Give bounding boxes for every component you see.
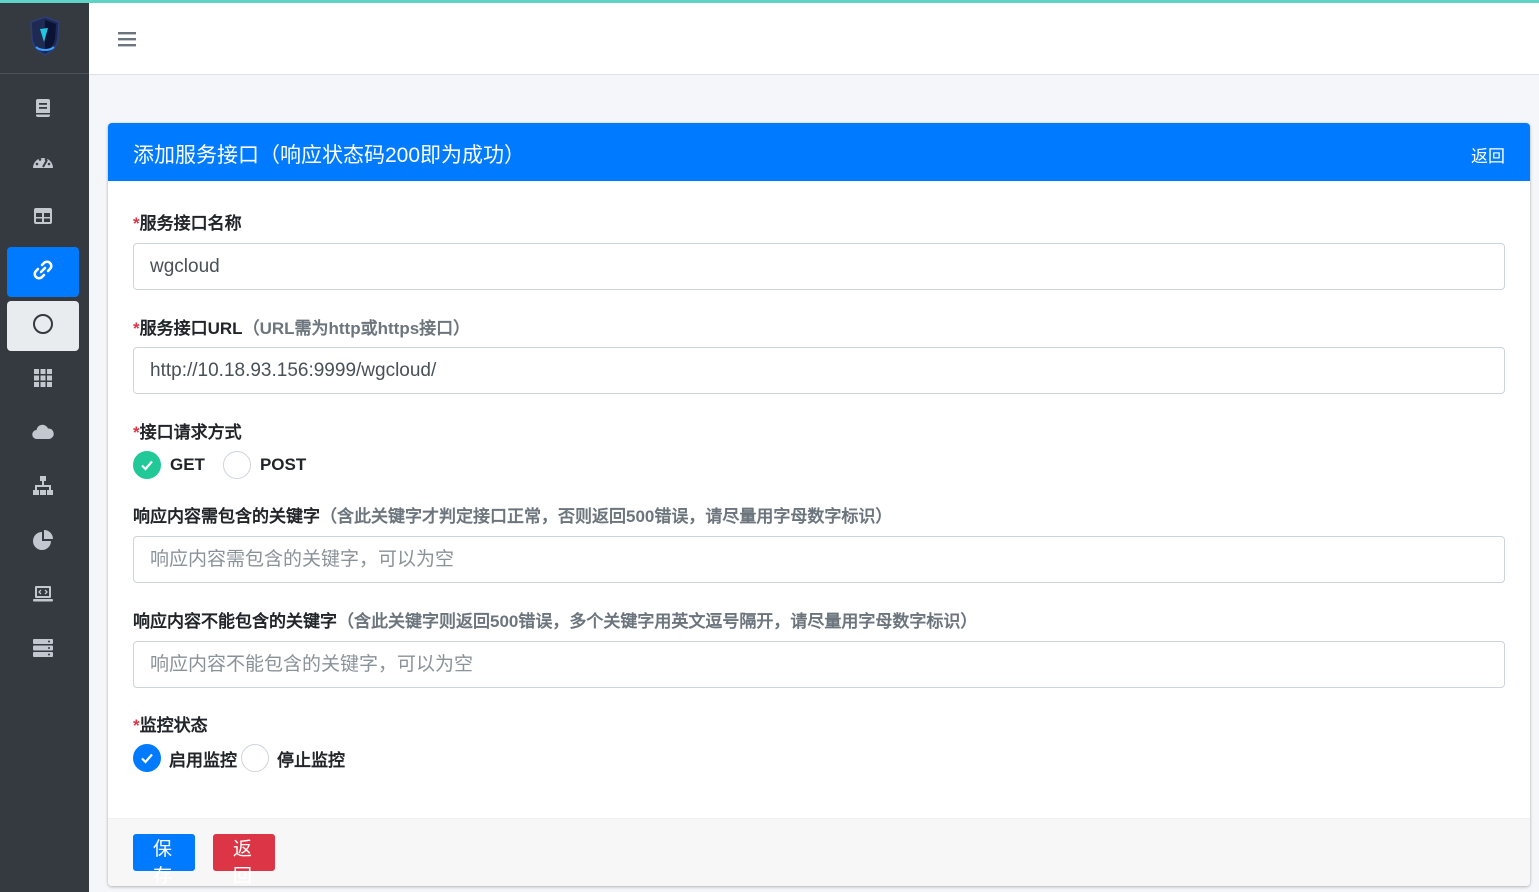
sidebar-item-book[interactable] xyxy=(7,85,79,135)
brand[interactable] xyxy=(0,3,89,74)
sidebar xyxy=(0,3,89,892)
circle-icon xyxy=(31,312,55,341)
top-accent-line xyxy=(0,0,1539,3)
pie-chart-icon xyxy=(31,528,55,557)
service-url-label: *服务接口URL（URL需为http或https接口） xyxy=(133,319,471,338)
cloud-icon xyxy=(31,420,55,449)
exclude-keyword-label: 响应内容不能包含的关键字（含此关键字则返回500错误，多个关键字用英文逗号隔开，… xyxy=(133,612,978,631)
radio-get[interactable] xyxy=(133,451,161,479)
network-icon xyxy=(31,474,55,503)
radio-monitor-off[interactable] xyxy=(241,744,269,772)
hamburger-icon[interactable] xyxy=(117,29,137,49)
request-method-group: GET POST xyxy=(133,451,306,479)
radio-monitor-on[interactable] xyxy=(133,744,161,772)
sidebar-item-cloud[interactable] xyxy=(7,409,79,459)
service-url-input[interactable] xyxy=(133,347,1505,394)
monitor-status-label: *监控状态 xyxy=(133,716,208,735)
include-keyword-label: 响应内容需包含的关键字（含此关键字才判定接口正常，否则返回500错误，请尽量用字… xyxy=(133,507,893,526)
monitor-status-group: 启用监控 停止监控 xyxy=(133,744,345,772)
sidebar-item-network[interactable] xyxy=(7,463,79,513)
request-method-label: *接口请求方式 xyxy=(133,423,242,442)
include-keyword-input[interactable] xyxy=(133,536,1505,583)
sidebar-item-table[interactable] xyxy=(7,193,79,243)
sidebar-item-chart[interactable] xyxy=(7,517,79,567)
card-title: 添加服务接口（响应状态码200即为成功） xyxy=(133,144,526,167)
sidebar-item-circle[interactable] xyxy=(7,301,79,351)
server-icon xyxy=(31,636,55,665)
sidebar-item-dashboard[interactable] xyxy=(7,139,79,189)
shield-logo-icon xyxy=(28,15,62,62)
header-back-link[interactable]: 返回 xyxy=(1471,142,1505,167)
sidebar-item-server[interactable] xyxy=(7,625,79,675)
book-icon xyxy=(31,96,55,125)
radio-get-label[interactable]: GET xyxy=(170,455,205,475)
laptop-code-icon xyxy=(31,582,55,611)
add-service-card: 添加服务接口（响应状态码200即为成功） 返回 *服务接口名称 *服务接口URL… xyxy=(108,123,1530,886)
dashboard-gauge-icon xyxy=(31,150,55,179)
radio-monitor-off-label[interactable]: 停止监控 xyxy=(277,746,345,771)
card-footer: 保存 返回 xyxy=(108,818,1530,886)
check-icon xyxy=(141,460,153,471)
check-icon xyxy=(141,753,153,764)
link-icon xyxy=(31,258,55,287)
sidebar-item-link[interactable] xyxy=(7,247,79,297)
radio-monitor-on-label[interactable]: 启用监控 xyxy=(169,746,237,771)
exclude-keyword-input[interactable] xyxy=(133,641,1505,688)
service-name-label: *服务接口名称 xyxy=(133,214,242,233)
save-button[interactable]: 保存 xyxy=(133,834,195,886)
back-button[interactable]: 返回 xyxy=(213,834,275,886)
card-header: 添加服务接口（响应状态码200即为成功） 返回 xyxy=(108,123,1530,181)
table-icon xyxy=(31,204,55,233)
sidebar-item-laptop[interactable] xyxy=(7,571,79,621)
sidebar-item-grid[interactable] xyxy=(7,355,79,405)
service-name-input[interactable] xyxy=(133,243,1505,290)
top-navbar xyxy=(89,3,1539,75)
radio-post-label[interactable]: POST xyxy=(260,455,306,475)
grid-icon xyxy=(31,366,55,395)
radio-post[interactable] xyxy=(222,451,251,479)
